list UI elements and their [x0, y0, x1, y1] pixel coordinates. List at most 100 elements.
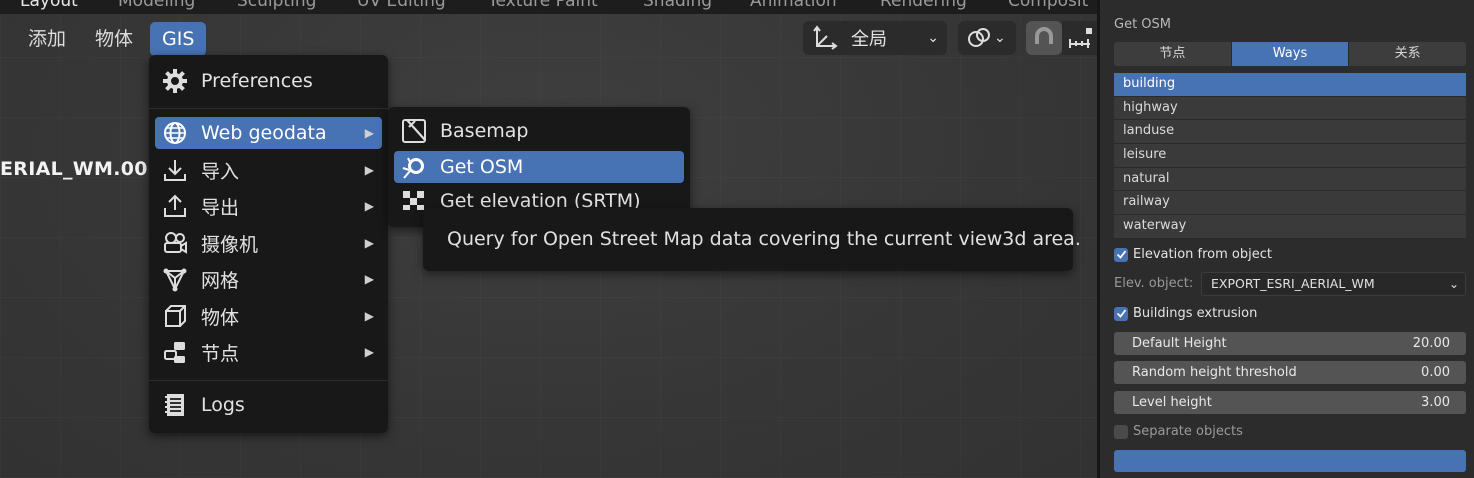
- menu-item-get-elevation[interactable]: Get elevation (SRTM): [394, 188, 684, 210]
- checkmark-icon: [1114, 306, 1128, 321]
- elevation-from-object-label: Elevation from object: [1133, 247, 1272, 262]
- submenu-arrow-icon: ▶: [364, 345, 374, 359]
- chevron-down-icon: ⌄: [994, 30, 1006, 46]
- transform-orientation-dropdown[interactable]: 全局 ⌄: [803, 21, 947, 55]
- list-item[interactable]: waterway: [1114, 215, 1466, 239]
- confirm-button[interactable]: [1114, 450, 1466, 472]
- tab-uv-editing[interactable]: UV Editing: [357, 0, 446, 11]
- buildings-extrusion-checkbox[interactable]: Buildings extrusion: [1114, 306, 1257, 321]
- osm-type-tabs: 节点 Ways 关系: [1114, 42, 1466, 66]
- menu-item-object[interactable]: 物体 ▶: [155, 300, 382, 332]
- log-icon: [161, 391, 189, 419]
- tab-texture-paint[interactable]: Texture Paint: [488, 0, 598, 11]
- list-item[interactable]: landuse: [1114, 120, 1466, 145]
- globe-icon: [161, 119, 189, 147]
- nodes-icon: [161, 338, 189, 366]
- active-object-name: ERIAL_WM.001: [0, 158, 162, 180]
- osm-icon: [400, 153, 428, 181]
- export-label: 导出: [201, 196, 240, 219]
- gear-icon: [161, 67, 189, 95]
- get-elevation-label: Get elevation (SRTM): [440, 190, 641, 210]
- tab-nodes[interactable]: 节点: [1114, 42, 1232, 66]
- tag-list: building highway landuse leisure natural…: [1114, 73, 1466, 239]
- orientation-label: 全局: [851, 29, 887, 50]
- random-height-threshold-field[interactable]: Random height threshold 0.00: [1114, 361, 1466, 384]
- tab-shading[interactable]: Shading: [643, 0, 712, 11]
- random-height-threshold-value: 0.00: [1421, 365, 1450, 380]
- mesh-label: 网格: [201, 269, 240, 292]
- default-height-label: Default Height: [1132, 336, 1227, 351]
- menu-item-import[interactable]: 导入 ▶: [155, 154, 382, 186]
- tab-modeling[interactable]: Modeling: [118, 0, 195, 11]
- import-icon: [161, 156, 189, 184]
- tab-rendering[interactable]: Rendering: [880, 0, 967, 11]
- tab-layout[interactable]: Layout: [20, 0, 78, 11]
- orientation-axes-icon: [811, 24, 839, 52]
- submenu-arrow-icon: ▶: [364, 199, 374, 213]
- tab-sculpting[interactable]: Sculpting: [237, 0, 316, 11]
- tab-relations[interactable]: 关系: [1349, 42, 1466, 66]
- checker-icon: [400, 188, 428, 210]
- 3d-viewport[interactable]: Layout Modeling Sculpting UV Editing Tex…: [0, 0, 1097, 478]
- panel-title: Get OSM: [1114, 17, 1172, 32]
- snap-increment-icon: [1066, 24, 1094, 52]
- mesh-icon: [161, 265, 189, 293]
- level-height-value: 3.00: [1421, 395, 1450, 410]
- menu-object[interactable]: 物体: [83, 22, 145, 56]
- menu-item-camera[interactable]: 摄像机 ▶: [155, 227, 382, 259]
- default-height-value: 20.00: [1412, 336, 1450, 351]
- list-item[interactable]: natural: [1114, 167, 1466, 192]
- get-osm-panel: Get OSM 节点 Ways 关系 building highway land…: [1097, 0, 1474, 478]
- get-osm-label: Get OSM: [440, 156, 524, 178]
- separate-objects-label: Separate objects: [1133, 424, 1243, 439]
- menu-item-preferences[interactable]: Preferences: [155, 65, 382, 97]
- elev-object-dropdown[interactable]: EXPORT_ESRI_AERIAL_WM ⌄: [1201, 272, 1466, 296]
- import-label: 导入: [201, 160, 240, 183]
- menu-divider: [149, 108, 388, 109]
- camera-icon: [161, 229, 189, 257]
- list-item[interactable]: highway: [1114, 96, 1466, 121]
- menu-item-mesh[interactable]: 网格 ▶: [155, 263, 382, 295]
- menu-item-export[interactable]: 导出 ▶: [155, 190, 382, 222]
- pivot-point-dropdown[interactable]: ⌄: [958, 21, 1016, 55]
- default-height-field[interactable]: Default Height 20.00: [1114, 332, 1466, 355]
- preferences-label: Preferences: [201, 70, 313, 92]
- snap-target-dropdown[interactable]: [1062, 21, 1097, 55]
- elevation-from-object-checkbox[interactable]: Elevation from object: [1114, 247, 1272, 262]
- nodes-label: 节点: [201, 342, 240, 365]
- link-icon: [966, 25, 992, 51]
- menu-add[interactable]: 添加: [16, 22, 78, 56]
- magnet-icon: [1030, 24, 1058, 52]
- checkbox-empty-icon: [1114, 424, 1128, 439]
- submenu-arrow-icon: ▶: [364, 236, 374, 250]
- buildings-extrusion-label: Buildings extrusion: [1133, 306, 1258, 321]
- submenu-arrow-icon: ▶: [364, 126, 374, 140]
- level-height-label: Level height: [1132, 395, 1212, 410]
- menu-divider: [149, 380, 388, 381]
- tab-ways[interactable]: Ways: [1231, 42, 1350, 66]
- menu-item-nodes[interactable]: 节点 ▶: [155, 336, 382, 368]
- tab-animation[interactable]: Animation: [750, 0, 837, 11]
- elev-object-value: EXPORT_ESRI_AERIAL_WM: [1211, 276, 1375, 291]
- gis-menu: Preferences Web geodata ▶ 导入 ▶ 导出 ▶ 摄像机 …: [149, 55, 388, 433]
- menu-item-get-osm[interactable]: Get OSM: [394, 151, 684, 183]
- list-item[interactable]: building: [1114, 73, 1466, 97]
- menu-item-basemap[interactable]: Basemap: [394, 115, 684, 147]
- workspace-tabs: Layout Modeling Sculpting UV Editing Tex…: [0, 0, 1097, 14]
- list-item[interactable]: leisure: [1114, 144, 1466, 168]
- separate-objects-checkbox[interactable]: Separate objects: [1114, 424, 1243, 439]
- object-label: 物体: [201, 306, 240, 329]
- menu-item-logs[interactable]: Logs: [155, 389, 382, 421]
- elev-object-label: Elev. object:: [1114, 276, 1194, 291]
- tab-compositing[interactable]: Composit: [1008, 0, 1088, 11]
- menu-gis[interactable]: GIS: [150, 22, 207, 56]
- menu-item-web-geodata[interactable]: Web geodata ▶: [155, 117, 382, 149]
- list-item[interactable]: railway: [1114, 191, 1466, 216]
- snap-toggle[interactable]: [1026, 21, 1062, 55]
- submenu-arrow-icon: ▶: [364, 272, 374, 286]
- level-height-field[interactable]: Level height 3.00: [1114, 391, 1466, 414]
- checkmark-icon: [1114, 247, 1128, 262]
- web-geodata-label: Web geodata: [201, 122, 327, 144]
- chevron-down-icon: ⌄: [1448, 277, 1459, 291]
- logs-label: Logs: [201, 394, 245, 416]
